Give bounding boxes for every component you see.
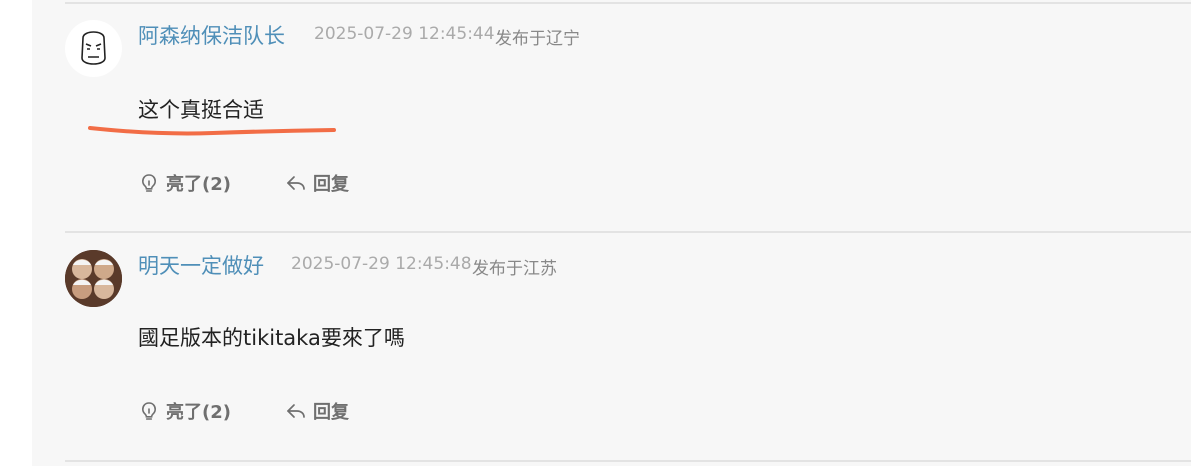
user-avatar[interactable]	[65, 250, 122, 307]
user-avatar[interactable]	[65, 20, 122, 77]
location: 发布于江苏	[472, 259, 557, 279]
face-avatar-icon	[66, 21, 121, 76]
reply-arrow-icon	[287, 176, 305, 190]
reply-button[interactable]: 回复	[285, 398, 349, 424]
reply-label: 回复	[313, 402, 349, 423]
like-button[interactable]: 亮了(2)	[138, 398, 231, 424]
timestamp: 2025-07-29 12:45:44	[314, 24, 495, 44]
reply-button[interactable]: 回复	[285, 170, 349, 196]
photo-avatar-icon	[65, 250, 122, 307]
comments-panel	[32, 0, 1191, 466]
reply-label: 回复	[313, 174, 349, 195]
like-count-label: 亮了(2)	[166, 402, 231, 423]
timestamp: 2025-07-29 12:45:48	[291, 254, 472, 274]
underline-annotation	[88, 126, 336, 136]
comment-divider	[65, 231, 1191, 233]
comment-text: 國足版本的tikitaka要來了嗎	[138, 326, 405, 350]
reply-arrow-icon	[287, 404, 305, 418]
username[interactable]: 明天一定做好	[138, 250, 264, 280]
top-divider	[65, 2, 1191, 4]
like-count-label: 亮了(2)	[166, 174, 231, 195]
location: 发布于辽宁	[495, 29, 580, 49]
username[interactable]: 阿森纳保洁队长	[138, 20, 285, 50]
lightbulb-icon	[141, 174, 157, 192]
comment-divider	[65, 460, 1191, 462]
like-button[interactable]: 亮了(2)	[138, 170, 231, 196]
lightbulb-icon	[141, 402, 157, 420]
